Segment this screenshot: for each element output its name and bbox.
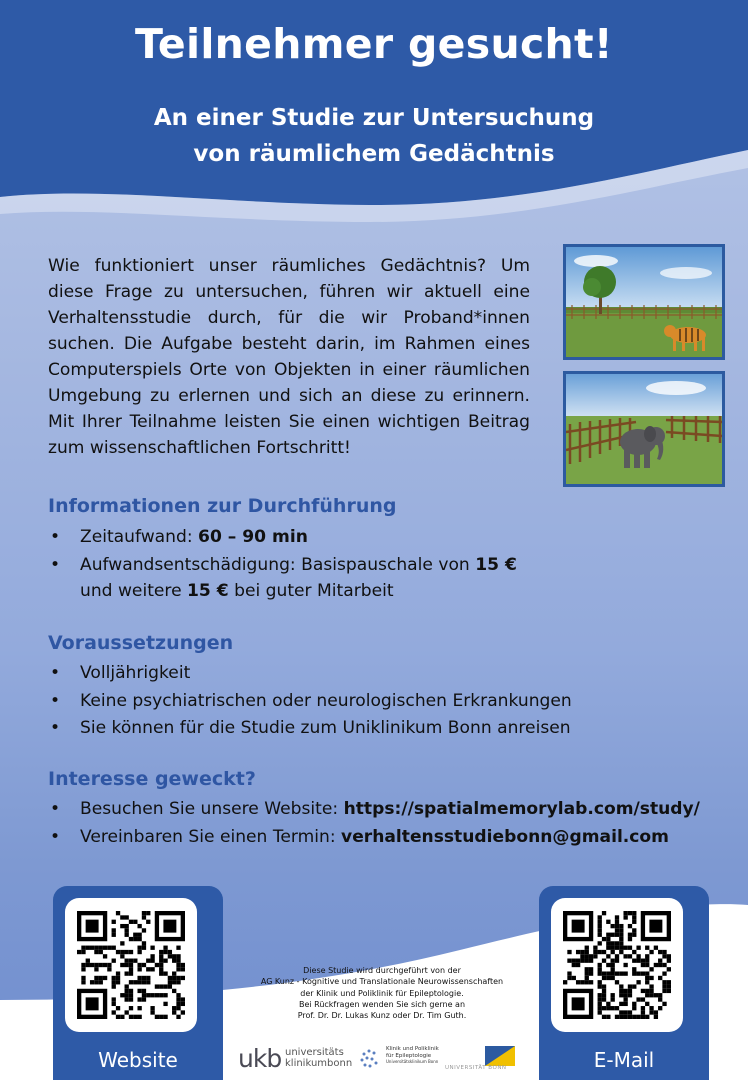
email-link[interactable]: verhaltensstudiebonn@gmail.com <box>341 827 669 847</box>
time-label: Zeitaufwand: <box>80 527 199 547</box>
credits-line: Bei Rückfragen wenden Sie sich gerne an <box>298 999 466 1009</box>
website-qr-label: Website <box>98 1048 178 1072</box>
time-value: 60 – 90 min <box>198 527 308 547</box>
list-item: • Zeitaufwand: 60 – 90 min <box>48 524 517 550</box>
subtitle-line: von räumlichem Gedächtnis <box>193 141 555 167</box>
credits-line: Diese Studie wird durchgeführt von der <box>303 966 461 975</box>
compensation-bonus: 15 € <box>187 580 229 601</box>
credits-line: Prof. Dr. Dr. Lukas Kunz oder Dr. Tim Gu… <box>297 1011 467 1021</box>
credits-line: AG Kunz - Kognitive und Translationale N… <box>260 977 504 987</box>
bullet: • <box>50 663 61 683</box>
bullet: • <box>50 718 61 738</box>
list-item: • Sie können für die Studie zum Uniklinik… <box>48 715 572 741</box>
compensation-suffix: bei guter Mitarbeit <box>228 580 394 601</box>
website-qr-code[interactable] <box>65 898 197 1032</box>
website-qr-panel[interactable]: Website <box>53 886 223 1080</box>
list-item: • Aufwandsentschädigung: Basispauschale v… <box>48 552 517 604</box>
ukb-line: klinikumbonn <box>285 1058 353 1069</box>
bullet: • <box>50 554 61 575</box>
brain-icon <box>360 1049 378 1068</box>
bonn-shield-icon <box>485 1046 515 1066</box>
epileptology-text: Klinik und Poliklinik für Epileptologie … <box>386 1046 439 1066</box>
website-link[interactable]: https://spatialmemorylab.com/study/ <box>344 799 700 819</box>
info-list: • Zeitaufwand: 60 – 90 min • Aufwandsentsc… <box>48 524 517 605</box>
qr-code-icon <box>563 911 671 1019</box>
klinik-line: Universitätsklinikum Bonn <box>386 1059 439 1064</box>
klinik-line: Klinik und Poliklinik <box>386 1046 439 1052</box>
email-label: Vereinbaren Sie einen Termin: <box>80 826 342 847</box>
list-item: • Volljährigkeit <box>48 660 572 686</box>
requirement-text: Volljährigkeit <box>80 663 191 683</box>
intro-paragraph: Wie funktioniert unser räumliches Gedäch… <box>48 256 530 458</box>
requirements-heading: Voraussetzungen <box>48 632 234 654</box>
requirements-list: • Volljährigkeit • Keine psychiatrischen o… <box>48 660 572 743</box>
interest-list: • Besuchen Sie unsere Website: https://sp… <box>48 796 700 851</box>
ukb-line: universitäts <box>285 1047 344 1058</box>
university-bonn-logo: UNIVERSITÄT BONN <box>445 1046 515 1076</box>
poster-subtitle: An einer Studie zur Untersuchung von räu… <box>0 100 748 172</box>
website-label: Besuchen Sie unsere Website: <box>80 799 344 819</box>
info-heading: Informationen zur Durchführung <box>48 495 397 517</box>
email-qr-label: E-Mail <box>593 1048 655 1072</box>
subtitle-line: An einer Studie zur Untersuchung <box>153 105 595 131</box>
list-item: • Keine psychiatrischen oder neurologisch… <box>48 688 572 714</box>
ukb-mark: ukb <box>238 1044 282 1073</box>
ukb-logo: ukb universitäts klinikumbonn <box>238 1044 358 1074</box>
qr-code-icon <box>77 911 185 1019</box>
compensation-mid: und weitere <box>80 580 188 601</box>
elephant-scene-image <box>563 371 725 487</box>
list-item: • Besuchen Sie unsere Website: https://sp… <box>48 796 700 822</box>
list-item: • Vereinbaren Sie einen Termin: verhalten… <box>48 824 700 850</box>
compensation-label: Aufwandsentschädigung: Basispauschale vo… <box>80 554 476 575</box>
interest-heading: Interesse geweckt? <box>48 768 256 790</box>
tiger-scene-image <box>563 244 725 360</box>
bullet: • <box>50 690 61 711</box>
requirement-text: Sie können für die Studie zum Unikliniku… <box>80 718 571 738</box>
compensation-base: 15 € <box>475 554 517 575</box>
email-qr-panel[interactable]: E-Mail <box>539 886 709 1080</box>
poster: Teilnehmer gesucht! An einer Studie zur … <box>0 0 748 1080</box>
credits-text: Diese Studie wird durchgeführt von der A… <box>236 965 528 1021</box>
poster-title: Teilnehmer gesucht! <box>135 20 613 68</box>
university-text: UNIVERSITÄT BONN <box>445 1065 507 1071</box>
requirement-text: Keine psychiatrischen oder neurologische… <box>80 690 572 711</box>
email-qr-code[interactable] <box>551 898 683 1032</box>
credits-line: der Klinik und Poliklinik für Epileptolo… <box>300 988 464 998</box>
bullet: • <box>50 799 61 819</box>
epileptology-logo: Klinik und Poliklinik für Epileptologie … <box>358 1046 450 1074</box>
bullet: • <box>50 527 61 547</box>
bullet: • <box>50 826 61 847</box>
